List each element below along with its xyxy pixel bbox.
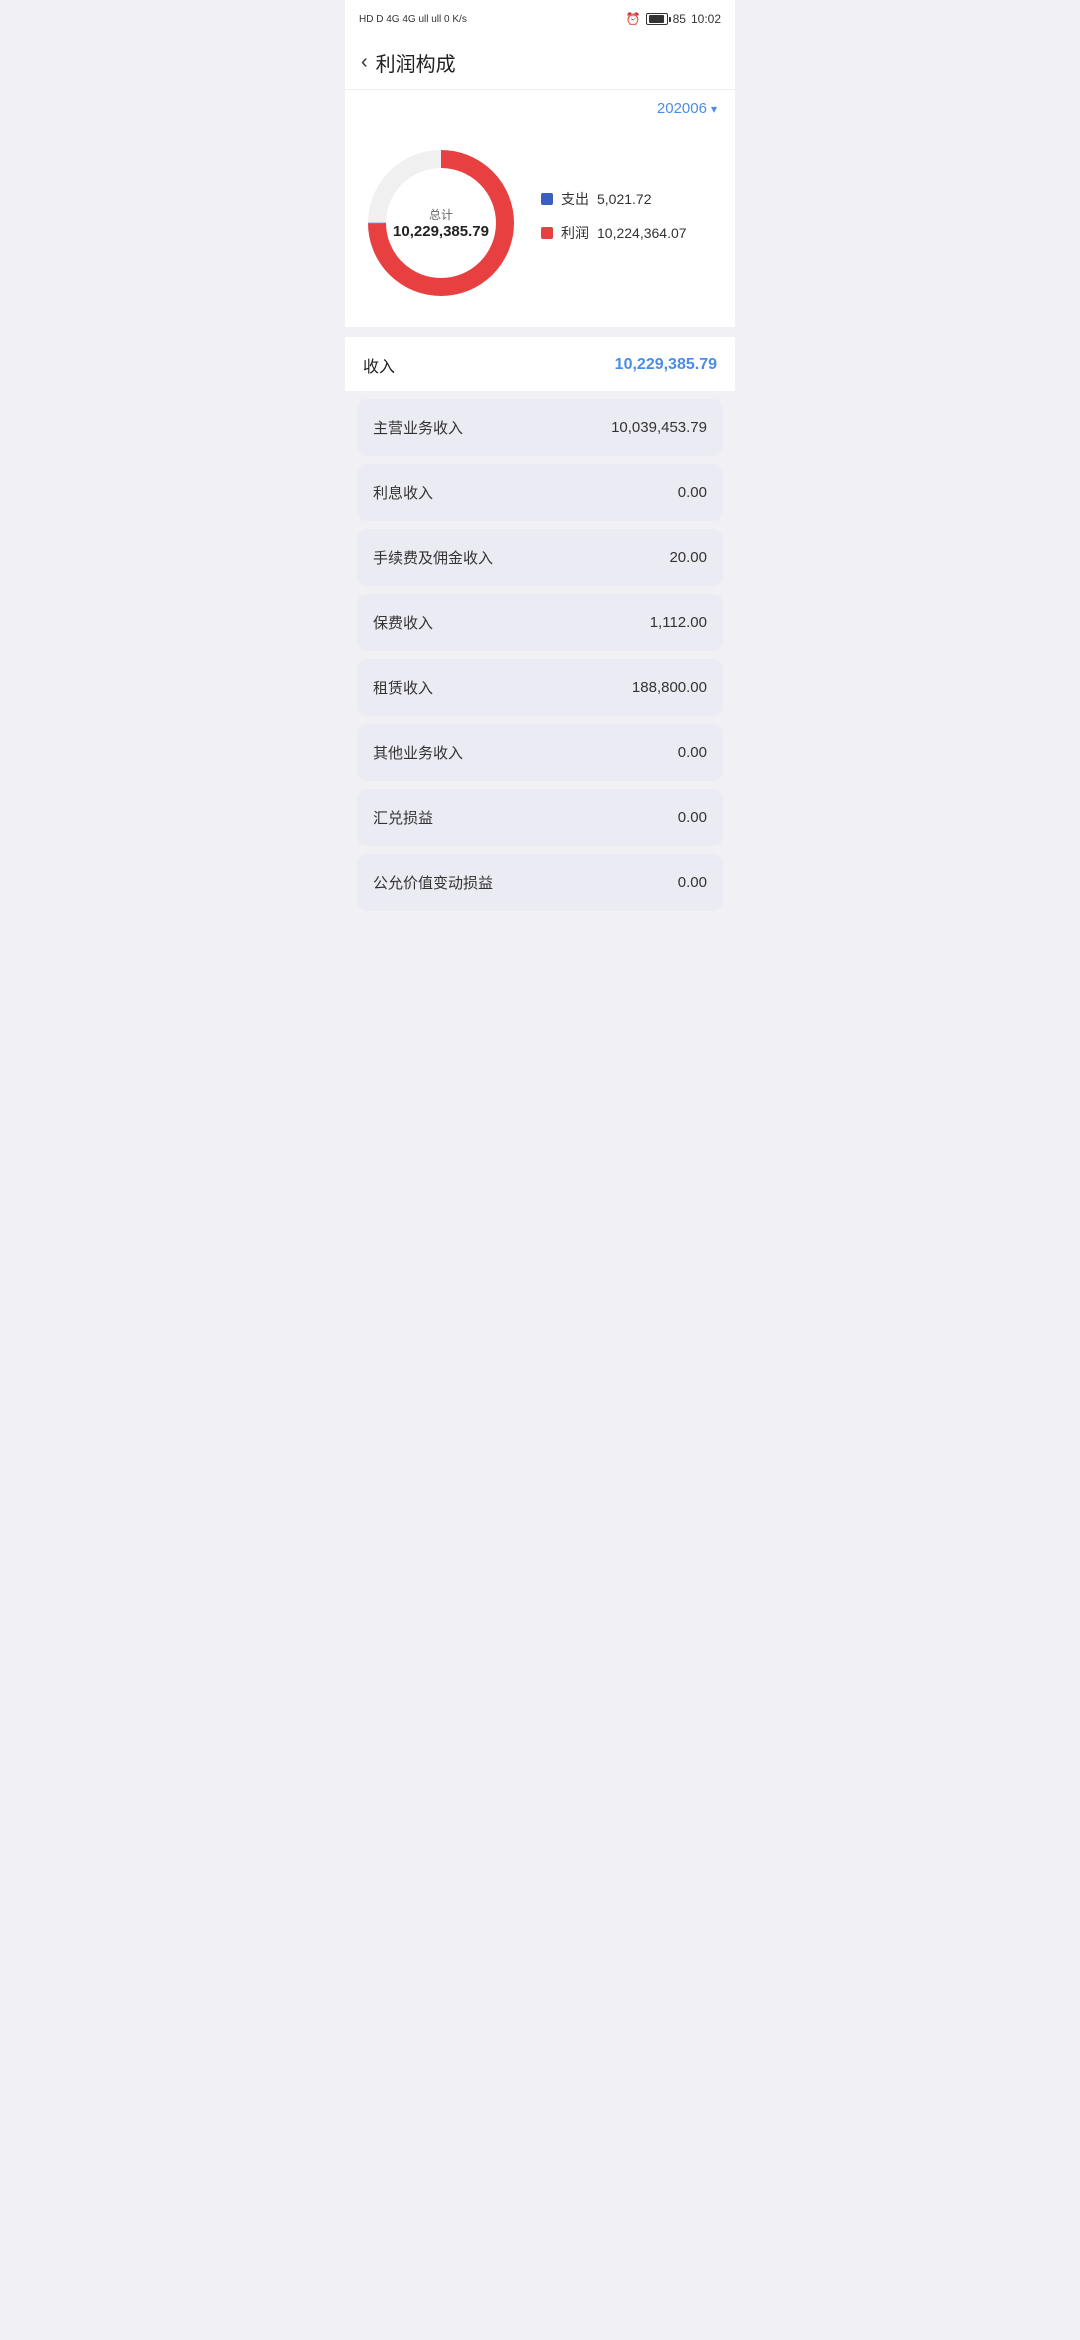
cards-container: 主营业务收入 10,039,453.79 利息收入 0.00 手续费及佣金收入 … (345, 399, 735, 911)
page-title: 利润构成 (376, 48, 456, 77)
card-item[interactable]: 汇兑损益 0.00 (357, 789, 723, 846)
header: ‹ 利润构成 (345, 36, 735, 90)
donut-chart: 总计 10,229,385.79 (361, 143, 521, 303)
card-label: 公允价值变动损益 (373, 872, 493, 893)
legend-item-expense: 支出 5,021.72 (541, 189, 719, 209)
card-value: 188,800.00 (632, 679, 707, 696)
status-left: HD D 4G 4G ull ull 0 K/s (359, 14, 467, 25)
card-label: 主营业务收入 (373, 417, 463, 438)
legend-name-profit: 利润 (561, 223, 589, 243)
card-value: 0.00 (678, 809, 707, 826)
chart-section: 总计 10,229,385.79 支出 5,021.72 利润 10,224,3… (345, 127, 735, 327)
status-right: ⏰ 85 10:02 (626, 12, 721, 26)
card-item[interactable]: 租赁收入 188,800.00 (357, 659, 723, 716)
card-value: 10,039,453.79 (611, 419, 707, 436)
card-label: 手续费及佣金收入 (373, 547, 493, 568)
legend-val-expense: 5,021.72 (597, 191, 652, 207)
card-item[interactable]: 保费收入 1,112.00 (357, 594, 723, 651)
chevron-down-icon: ▾ (711, 102, 717, 116)
card-value: 0.00 (678, 874, 707, 891)
battery-icon (646, 13, 668, 25)
alarm-icon: ⏰ (626, 12, 641, 26)
legend-item-profit: 利润 10,224,364.07 (541, 223, 719, 243)
status-left-text: HD D 4G 4G ull ull 0 K/s (359, 14, 467, 25)
card-item[interactable]: 主营业务收入 10,039,453.79 (357, 399, 723, 456)
separator (345, 327, 735, 337)
date-text: 202006 (657, 100, 707, 117)
battery-percent: 85 (673, 12, 686, 26)
legend-val-profit: 10,224,364.07 (597, 225, 687, 241)
card-value: 1,112.00 (650, 614, 707, 631)
donut-value: 10,229,385.79 (393, 223, 489, 240)
revenue-total: 10,229,385.79 (615, 356, 717, 374)
card-item[interactable]: 公允价值变动损益 0.00 (357, 854, 723, 911)
card-item[interactable]: 利息收入 0.00 (357, 464, 723, 521)
chart-legend: 支出 5,021.72 利润 10,224,364.07 (521, 189, 719, 257)
card-label: 保费收入 (373, 612, 433, 633)
card-value: 20.00 (669, 549, 707, 566)
card-value: 0.00 (678, 484, 707, 501)
card-item[interactable]: 其他业务收入 0.00 (357, 724, 723, 781)
status-bar: HD D 4G 4G ull ull 0 K/s ⏰ 85 10:02 (345, 0, 735, 36)
legend-name-expense: 支出 (561, 189, 589, 209)
revenue-section-header: 收入 10,229,385.79 (345, 337, 735, 391)
card-label: 其他业务收入 (373, 742, 463, 763)
card-item[interactable]: 手续费及佣金收入 20.00 (357, 529, 723, 586)
card-value: 0.00 (678, 744, 707, 761)
legend-dot-profit (541, 227, 553, 239)
card-label: 汇兑损益 (373, 807, 433, 828)
date-selector[interactable]: 202006 ▾ (345, 90, 735, 127)
revenue-title: 收入 (363, 353, 395, 377)
donut-center: 总计 10,229,385.79 (393, 206, 489, 240)
legend-dot-expense (541, 193, 553, 205)
donut-label: 总计 (393, 206, 489, 223)
card-label: 租赁收入 (373, 677, 433, 698)
card-label: 利息收入 (373, 482, 433, 503)
back-button[interactable]: ‹ (361, 51, 368, 74)
time-display: 10:02 (691, 12, 721, 26)
